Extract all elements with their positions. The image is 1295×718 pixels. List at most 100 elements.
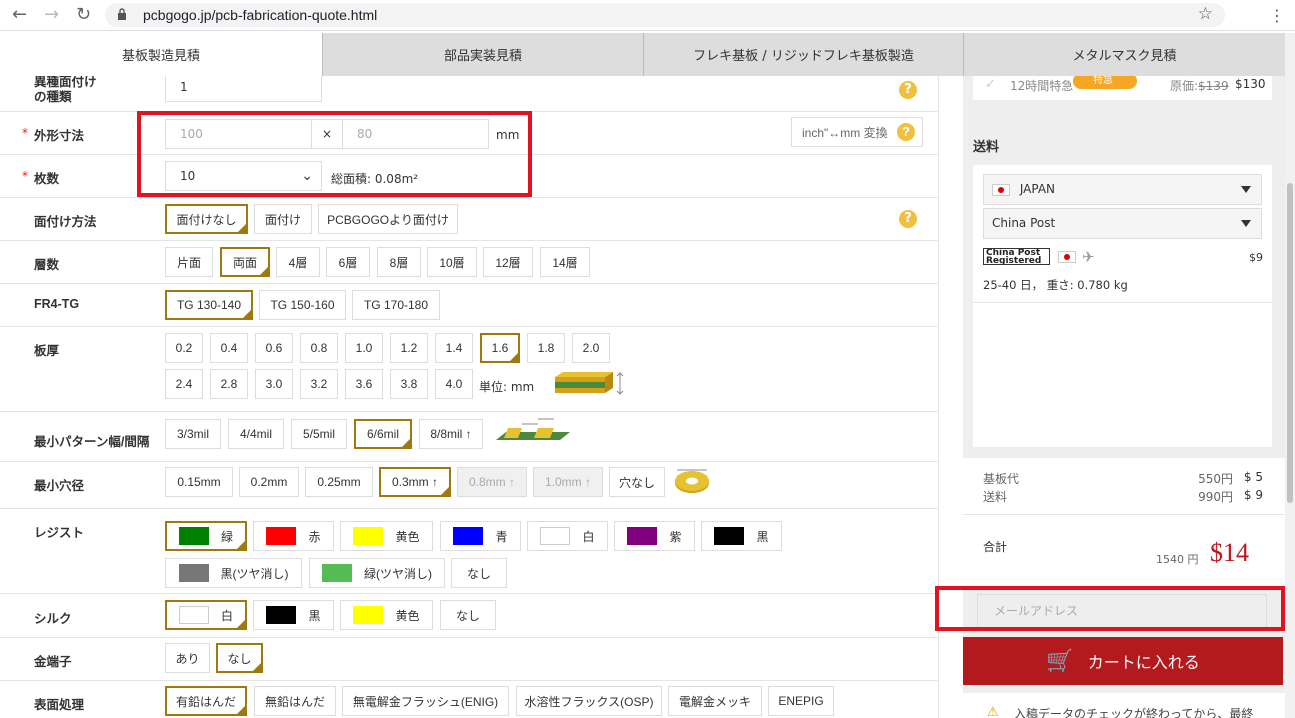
help-icon[interactable]: ? <box>899 81 917 99</box>
option-trace[interactable]: 5/5mil <box>291 419 347 449</box>
option-hole[interactable]: 0.15mm <box>165 467 233 497</box>
back-icon[interactable]: ← <box>12 5 27 25</box>
silk-option-black[interactable]: 黒 <box>253 600 334 630</box>
scrollbar-thumb[interactable] <box>1287 183 1293 503</box>
tab-stencil[interactable]: メタルマスク見積 <box>964 33 1285 76</box>
option-thickness[interactable]: 3.8 <box>390 369 428 399</box>
silk-option-yellow[interactable]: 黄色 <box>340 600 433 630</box>
row-min-trace: 最小パターン幅/間隔 3/3mil 4/4mil 5/5mil 6/6mil 8… <box>0 412 938 462</box>
option-hole[interactable]: 0.2mm <box>239 467 299 497</box>
resist-option-green[interactable]: 緑 <box>165 521 247 551</box>
help-icon[interactable]: ? <box>897 123 915 141</box>
summary-box: 基板代 550円 $ 5 送料 990円 $ 9 合計 1540 円 $14 <box>963 458 1285 586</box>
option-layer[interactable]: 片面 <box>165 247 213 277</box>
tab-assembly[interactable]: 部品実装見積 <box>323 33 644 76</box>
option-thickness[interactable]: 0.6 <box>255 333 293 363</box>
option-panel[interactable]: 面付け <box>254 204 312 234</box>
resist-option-blue[interactable]: 青 <box>440 521 521 551</box>
option-thickness[interactable]: 0.4 <box>210 333 248 363</box>
option-thickness[interactable]: 1.8 <box>527 333 565 363</box>
option-hole-disabled: 0.8mm ↑ <box>457 467 527 497</box>
tab-pcb-fabrication[interactable]: 基板製造見積 <box>0 33 323 76</box>
option-trace[interactable]: 3/3mil <box>165 419 221 449</box>
add-to-cart-button[interactable]: 🛒 カートに入れる <box>963 637 1283 685</box>
min-hole-label: 最小穴径 <box>34 479 85 493</box>
forward-icon[interactable]: → <box>44 5 59 25</box>
summary-row-shipping: 送料 990円 $ 9 <box>983 488 1263 504</box>
option-pcbgogo-panel[interactable]: PCBGOGOより面付け <box>318 204 458 234</box>
row-panel-types: 異種面付け の種類 1 ? <box>0 76 938 112</box>
option-thickness[interactable]: 4.0 <box>435 369 473 399</box>
resist-option-none[interactable]: なし <box>451 558 507 588</box>
option-thickness[interactable]: 1.0 <box>345 333 383 363</box>
total-label: 合計 <box>983 540 1008 554</box>
option-thickness[interactable]: 3.2 <box>300 369 338 399</box>
option-thickness[interactable]: 0.8 <box>300 333 338 363</box>
option-finish[interactable]: 電解金メッキ <box>668 686 762 716</box>
bookmark-star-icon[interactable]: ☆ <box>1198 4 1213 24</box>
option-finish[interactable]: 有鉛はんだ <box>165 686 247 716</box>
option-thickness[interactable]: 1.2 <box>390 333 428 363</box>
option-finish[interactable]: ENEPIG <box>768 686 834 716</box>
option-tg[interactable]: TG 150-160 <box>259 290 346 320</box>
option-no-panel[interactable]: 面付けなし <box>165 204 248 234</box>
country-select[interactable]: JAPAN <box>983 174 1262 205</box>
help-icon[interactable]: ? <box>899 210 917 228</box>
option-finish[interactable]: 水溶性フラックス(OSP) <box>516 686 662 716</box>
option-trace[interactable]: 4/4mil <box>228 419 284 449</box>
inch-mm-convert-button[interactable]: inch"↔mm 変換 ? <box>791 117 923 147</box>
option-gold-yes[interactable]: あり <box>165 643 210 673</box>
browser-menu-icon[interactable]: ⋮ <box>1269 6 1285 25</box>
highlight-box <box>935 586 1285 631</box>
resist-option-matte-green[interactable]: 緑(ツヤ消し) <box>309 558 445 588</box>
option-thickness[interactable]: 0.2 <box>165 333 203 363</box>
option-finish[interactable]: 無電解金フラッシュ(ENIG) <box>342 686 509 716</box>
express-price: $130 <box>1235 77 1266 91</box>
shipping-method-select[interactable]: China Post <box>983 208 1262 239</box>
tab-flex-rigid[interactable]: フレキ基板 / リジッドフレキ基板製造 <box>644 33 964 76</box>
option-thickness[interactable]: 1.6 <box>480 333 520 363</box>
express-option[interactable]: ✓ 12時間特急 特急 原価:$139 $130 <box>973 76 1272 100</box>
silk-option-none[interactable]: なし <box>440 600 496 630</box>
reload-icon[interactable]: ↻ <box>76 5 91 25</box>
option-tg[interactable]: TG 170-180 <box>352 290 440 320</box>
address-bar[interactable]: pcbgogo.jp/pcb-fabrication-quote.html ☆ <box>105 3 1225 27</box>
resist-option-matte-black[interactable]: 黒(ツヤ消し) <box>165 558 302 588</box>
resist-option-white[interactable]: 白 <box>527 521 608 551</box>
option-layer[interactable]: 6層 <box>326 247 370 277</box>
option-gold-no[interactable]: なし <box>216 643 263 673</box>
option-layer[interactable]: 両面 <box>220 247 270 277</box>
option-trace[interactable]: 8/8mil ↑ <box>419 419 483 449</box>
resist-option-black[interactable]: 黒 <box>701 521 782 551</box>
airplane-icon: ✈ <box>1082 248 1095 266</box>
option-layer[interactable]: 10層 <box>427 247 477 277</box>
option-thickness[interactable]: 1.4 <box>435 333 473 363</box>
express-label: 12時間特急 <box>1010 79 1074 93</box>
silk-option-white[interactable]: 白 <box>165 600 247 630</box>
option-thickness[interactable]: 2.4 <box>165 369 203 399</box>
option-layer[interactable]: 8層 <box>377 247 421 277</box>
resist-option-yellow[interactable]: 黄色 <box>340 521 433 551</box>
scrollbar[interactable] <box>1285 33 1295 718</box>
option-layer[interactable]: 12層 <box>483 247 533 277</box>
option-hole[interactable]: 穴なし <box>609 467 665 497</box>
hole-illustration <box>675 469 709 493</box>
cart-button-label: カートに入れる <box>1087 653 1200 672</box>
resist-option-red[interactable]: 赤 <box>253 521 334 551</box>
resist-option-purple[interactable]: 紫 <box>614 521 695 551</box>
option-hole[interactable]: 0.25mm <box>305 467 373 497</box>
option-thickness[interactable]: 3.0 <box>255 369 293 399</box>
option-thickness[interactable]: 3.6 <box>345 369 383 399</box>
trace-width-illustration <box>496 418 570 440</box>
layers-label: 層数 <box>34 258 60 272</box>
option-tg[interactable]: TG 130-140 <box>165 290 253 320</box>
panel-types-input[interactable]: 1 <box>165 76 322 102</box>
option-thickness[interactable]: 2.8 <box>210 369 248 399</box>
option-hole[interactable]: 0.3mm ↑ <box>379 467 451 497</box>
option-trace[interactable]: 6/6mil <box>354 419 412 449</box>
board-thickness-illustration <box>555 372 624 395</box>
option-finish[interactable]: 無鉛はんだ <box>254 686 336 716</box>
option-thickness[interactable]: 2.0 <box>572 333 610 363</box>
option-layer[interactable]: 14層 <box>540 247 590 277</box>
option-layer[interactable]: 4層 <box>276 247 320 277</box>
